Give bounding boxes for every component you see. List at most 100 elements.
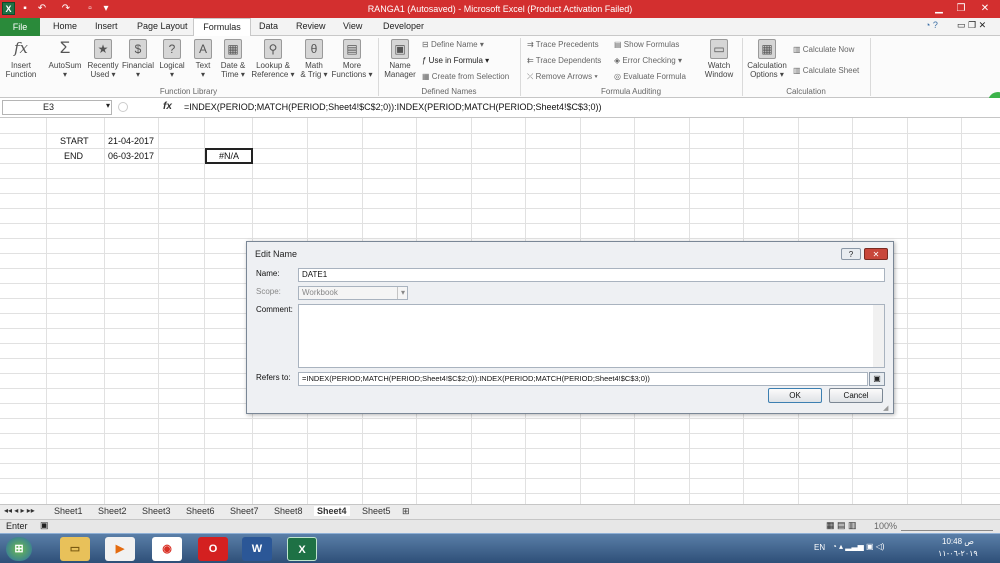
view-buttons-icon[interactable]: ▦ ▤ ▥ [826,520,857,531]
logical-button[interactable]: ? Logical ▾ [156,39,188,79]
dialog-close-button[interactable]: ✕ [864,248,888,260]
opera-icon[interactable]: O [198,537,228,561]
tab-review[interactable]: Review [296,21,326,31]
ok-button[interactable]: OK [768,388,822,403]
comment-textarea[interactable] [298,304,885,368]
insert-function-button[interactable]: fx Insert Function [2,39,40,79]
refers-to-field[interactable]: =INDEX(PERIOD;MATCH(PERIOD;Sheet4!$C$2;0… [298,372,868,386]
scope-select[interactable]: Workbook [298,286,408,300]
clock-time[interactable]: 10:48 ص [942,537,974,546]
error-checking-button[interactable]: ◈ Error Checking ▾ [614,56,682,65]
tray-icons[interactable]: ◔ ▴ ▂▃▅ ▣ ◁) [832,542,885,551]
macro-record-icon[interactable]: ▣ [40,520,49,531]
sheet-tab-sheet7[interactable]: Sheet7 [230,506,259,516]
excel-taskbar-icon[interactable]: X [287,537,317,561]
calculate-now-button[interactable]: ▥ Calculate Now [793,45,854,54]
active-cell-e3[interactable]: #N/A [205,148,253,164]
undo-icon[interactable]: ↶ [36,2,48,15]
show-formulas-button[interactable]: ▤ Show Formulas [614,40,679,49]
sheet-tab-sheet5[interactable]: Sheet5 [362,506,391,516]
sheet-tab-sheet3[interactable]: Sheet3 [142,506,171,516]
watch-window-button[interactable]: ▭ Watch Window [700,39,738,79]
ribbon: fx Insert Function Σ AutoSum ▾ ★ Recently… [0,36,1000,112]
window-title: RANGA1 (Autosaved) - Microsoft Excel (Pr… [367,4,633,14]
create-from-selection-label: Create from Selection [431,72,510,81]
logical-label: Logical [159,61,185,70]
trace-dependents-button[interactable]: ⇇ Trace Dependents [527,56,601,65]
remove-arrows-button[interactable]: ⤫ Remove Arrows ▾ [527,72,598,82]
save-icon[interactable]: ▪ [19,2,31,15]
more-functions-button[interactable]: ▤ More Functions ▾ [330,39,374,79]
separator-grip-icon[interactable] [118,102,128,112]
name-manager-button[interactable]: ▣ Name Manager [381,39,419,79]
trace-precedents-button[interactable]: ⇉ Trace Precedents [527,40,599,49]
help-icon[interactable]: ◔ ? [925,20,938,30]
cancel-button[interactable]: Cancel [829,388,883,403]
name-box-dropdown-icon[interactable]: ▾ [106,101,110,110]
scope-dropdown-icon[interactable]: ▾ [397,287,408,299]
use-in-formula-button[interactable]: ƒ Use in Formula ▾ [422,56,489,65]
cell-end-label[interactable]: END [64,150,83,163]
sheet-tab-sheet1[interactable]: Sheet1 [54,506,83,516]
excel-logo-icon[interactable]: X [2,2,15,15]
print-preview-icon[interactable]: ▫ [84,2,96,15]
formula-input[interactable]: =INDEX(PERIOD;MATCH(PERIOD;Sheet4!$C$2;0… [180,100,996,115]
cell-start-date[interactable]: 21-04-2017 [108,135,154,148]
tab-insert[interactable]: Insert [95,21,118,31]
file-explorer-icon[interactable]: ▭ [60,537,90,561]
zoom-level[interactable]: 100% [874,521,897,531]
lookup-reference-button[interactable]: ⚲ Lookup & Reference ▾ [250,39,296,79]
create-from-selection-button[interactable]: ▦ Create from Selection [422,72,509,81]
cell-end-date[interactable]: 06-03-2017 [108,150,154,163]
define-name-button[interactable]: ⊟ Define Name ▾ [422,40,484,49]
name-field[interactable]: DATE1 [298,268,885,282]
word-icon[interactable]: W [242,537,272,561]
insert-sheet-icon[interactable]: ⊞ [402,506,410,517]
resize-grip-icon[interactable]: ◢ [883,404,888,412]
clock-date[interactable]: ٢٠١٩-٠٦-١١ [938,549,978,558]
help-button[interactable]: ? [841,248,861,260]
customize-toolbar-icon[interactable]: ▾ [100,2,112,15]
chrome-icon[interactable]: ◉ [152,537,182,561]
cell-start-label[interactable]: START [60,135,89,148]
calculation-options-button[interactable]: ▦ Calculation Options ▾ [745,39,789,79]
name-label: Name: [256,269,280,278]
start-button-icon[interactable]: ⊞ [6,537,32,561]
date-time-button[interactable]: ▦ Date & Time ▾ [218,39,248,79]
text-label: Text [195,61,211,70]
calculate-sheet-button[interactable]: ▥ Calculate Sheet [793,66,859,75]
math-trig-button[interactable]: θ Math & Trig ▾ [297,39,331,79]
group-formula-auditing: Formula Auditing [600,87,662,96]
financial-button[interactable]: $ Financial ▾ [121,39,155,79]
media-player-icon[interactable]: ▶ [105,537,135,561]
sheet-tab-sheet4[interactable]: Sheet4 [314,506,350,516]
comment-scrollbar[interactable] [873,305,884,367]
sheet-tab-sheet6[interactable]: Sheet6 [186,506,215,516]
zoom-slider[interactable] [901,521,993,531]
tab-file[interactable]: File [0,18,40,36]
sheet-nav-arrows-icon[interactable]: ◂◂ ◂ ▸ ▸▸ [4,506,35,515]
redo-icon[interactable]: ↷ [60,2,72,15]
close-window-icon[interactable]: ✕ [974,1,996,16]
collapse-dialog-icon[interactable]: ▣ [869,372,885,386]
minimize-icon[interactable]: ▁ [928,1,950,16]
calculate-sheet-icon: ▥ [793,66,803,75]
language-indicator[interactable]: EN [814,543,825,552]
evaluate-formula-button[interactable]: ◎ Evaluate Formula [614,72,686,81]
group-function-library: Function Library [159,87,218,96]
text-functions-button[interactable]: A Text ▾ [189,39,217,79]
tab-view[interactable]: View [343,21,362,31]
workbook-window-controls-icon[interactable]: ▭ ❐ ✕ [957,20,986,31]
fx-icon[interactable]: fx [163,101,172,112]
tab-home[interactable]: Home [53,21,77,31]
tab-developer[interactable]: Developer [383,21,424,31]
sheet-tab-sheet2[interactable]: Sheet2 [98,506,127,516]
tab-formulas[interactable]: Formulas [193,18,251,37]
recently-used-button[interactable]: ★ Recently Used ▾ [86,39,120,79]
autosum-button[interactable]: Σ AutoSum ▾ [46,39,84,80]
sheet-tab-sheet8[interactable]: Sheet8 [274,506,303,516]
tab-page-layout[interactable]: Page Layout [137,21,188,31]
restore-icon[interactable]: ❐ [950,1,972,16]
tab-data[interactable]: Data [259,21,278,31]
name-box[interactable]: E3 [2,100,112,115]
